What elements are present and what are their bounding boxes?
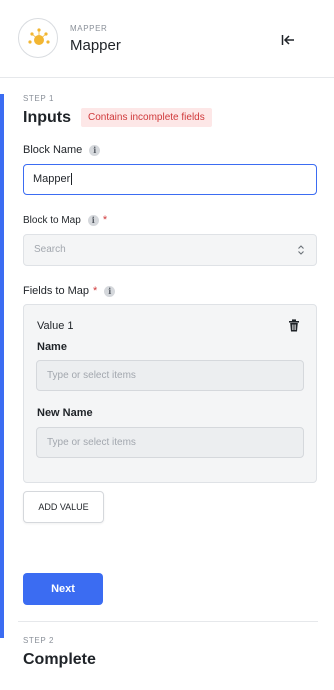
block-to-map-label: Block to Map i * <box>23 214 108 226</box>
name-label: Name <box>37 341 67 353</box>
block-name-label: Block Name i <box>23 144 101 156</box>
next-button[interactable]: Next <box>23 573 103 605</box>
value-card: Value 1 Name Type or select items New Na… <box>23 304 317 483</box>
active-step-indicator <box>0 94 4 638</box>
fields-to-map-label: Fields to Map * i <box>23 285 116 297</box>
step-2-title: Complete <box>23 651 96 668</box>
info-icon[interactable]: i <box>87 214 99 226</box>
block-title: Mapper <box>70 37 121 54</box>
text-caret <box>71 173 73 186</box>
name-input[interactable]: Type or select items <box>36 360 304 391</box>
new-name-label: New Name <box>37 407 93 419</box>
step-1-title: Inputs <box>23 109 71 126</box>
step-2-label: STEP 2 <box>23 636 55 645</box>
delete-value-button[interactable] <box>288 319 300 332</box>
info-icon[interactable]: i <box>104 285 116 297</box>
required-marker: * <box>93 285 98 297</box>
block-type-label: MAPPER <box>70 24 108 33</box>
trash-icon <box>289 319 299 332</box>
step-1-label: STEP 1 <box>23 94 55 103</box>
collapse-panel-button[interactable] <box>276 28 300 52</box>
block-config-panel: MAPPER Mapper STEP 1 Inputs Contains inc… <box>0 0 334 690</box>
block-name-input[interactable]: Mapper <box>23 164 317 195</box>
step-divider <box>18 621 318 622</box>
add-value-button[interactable]: ADD VALUE <box>23 491 104 523</box>
new-name-input[interactable]: Type or select items <box>36 427 304 458</box>
mapper-icon <box>18 18 58 58</box>
chevron-up-down-icon <box>298 245 304 255</box>
panel-header: MAPPER Mapper <box>0 0 334 78</box>
required-marker: * <box>102 214 108 226</box>
value-title: Value 1 <box>37 320 74 332</box>
incomplete-fields-badge: Contains incomplete fields <box>81 108 212 127</box>
collapse-left-icon <box>281 35 294 45</box>
info-icon[interactable]: i <box>89 144 101 156</box>
block-to-map-select[interactable]: Search <box>23 234 317 266</box>
